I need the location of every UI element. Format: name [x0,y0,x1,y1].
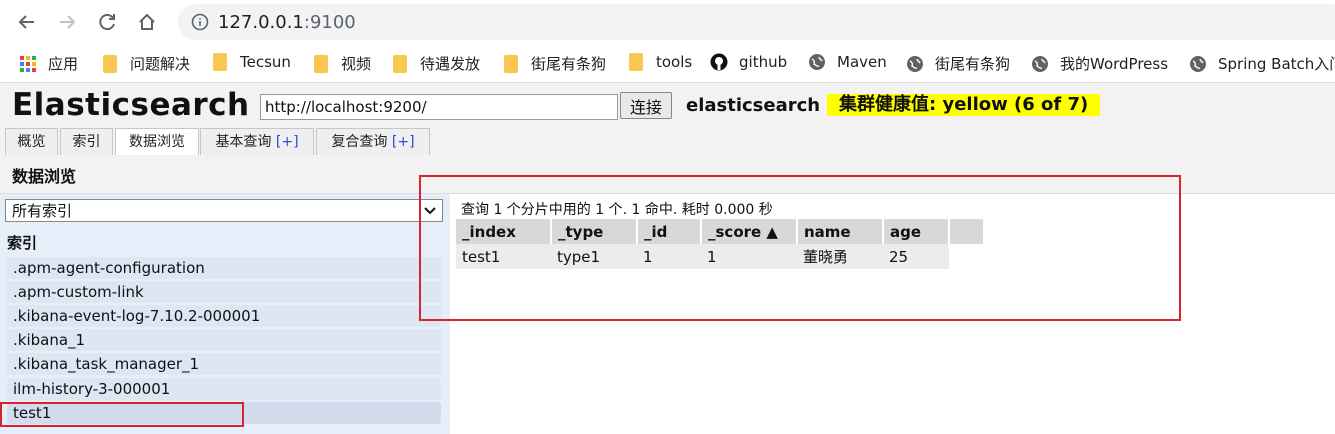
tab-label: 基本查询 [215,134,272,150]
results-highlight-box [419,175,1181,321]
folder-icon [502,54,520,73]
folder-icon [312,54,330,73]
bookmark-label: 问题解决 [130,55,191,73]
bookmark-link[interactable]: Spring Batch入门 [1189,53,1335,74]
index-item[interactable]: .kibana_task_manager_1 [7,353,441,375]
forward-button[interactable] [52,7,82,37]
bookmark-label: 视频 [341,55,372,73]
tab-basic-query[interactable]: 基本查询 [+] [200,128,314,155]
bookmark-label: Maven [837,53,887,71]
folder-icon [211,53,229,71]
index-item[interactable]: .apm-custom-link [7,281,441,303]
bookmark-apps[interactable]: 应用 [19,53,78,74]
app-title: Elasticsearch [12,87,250,123]
index-item[interactable]: .apm-agent-configuration [7,257,441,279]
address-bar[interactable]: 127.0.0.1:9100 [178,4,1335,40]
folder-icon [101,54,119,73]
back-arrow-icon [18,15,34,29]
index-item[interactable]: .kibana-event-log-7.10.2-000001 [7,305,441,327]
bookmark-label: 待遇发放 [420,55,481,73]
bookmark-folder[interactable]: 待遇发放 [391,53,480,74]
bookmark-label: github [739,53,788,71]
tab-plus: [+] [391,134,415,150]
bookmark-folder[interactable]: 问题解决 [101,53,190,74]
globe-icon [808,53,826,71]
address-url: 127.0.0.1:9100 [218,12,356,33]
info-icon[interactable] [186,13,214,31]
bookmark-label: Spring Batch入门 [1218,55,1335,73]
tab-browser[interactable]: 数据浏览 [115,128,199,157]
bookmark-link[interactable]: 街尾有条狗 [906,53,1010,74]
globe-icon [1189,55,1207,73]
tab-indices[interactable]: 索引 [60,128,113,155]
tab-label: 概览 [17,134,46,150]
server-url-input[interactable] [260,94,618,120]
back-button[interactable] [12,7,42,37]
bookmark-label: 应用 [48,55,79,73]
bookmark-folder[interactable]: tools [627,53,692,71]
bookmark-label: Tecsun [240,53,291,71]
home-button[interactable] [132,7,162,37]
index-select-value: 所有索引 [12,202,73,220]
bookmark-label: 街尾有条狗 [935,55,1011,73]
bookmark-link[interactable]: Maven [808,53,887,71]
section-title: 数据浏览 [12,167,77,186]
cluster-name: elasticsearch [686,95,821,116]
bookmark-label: 街尾有条狗 [531,55,607,73]
bookmark-link[interactable]: 我的WordPress [1031,53,1168,74]
globe-icon [906,55,924,73]
bookmark-github[interactable]: github [710,53,787,71]
bookmark-label: tools [656,53,693,71]
connect-button[interactable]: 连接 [620,92,672,119]
url-port: :9100 [303,11,356,33]
indices-heading: 索引 [7,234,38,252]
cluster-health-badge: 集群健康值: yellow (6 of 7) [827,94,1101,116]
index-select[interactable]: 所有索引 [5,199,443,222]
folder-icon [391,54,409,73]
tab-compound-query[interactable]: 复合查询 [+] [316,128,430,155]
index-highlight-box [0,402,244,427]
reload-icon [99,14,115,31]
tab-plus: [+] [275,134,299,150]
reload-button[interactable] [92,7,122,37]
index-item[interactable]: ilm-history-3-000001 [7,378,441,400]
bookmarks-bar: 应用 问题解决 Tecsun 视频 待遇发放 街尾有条狗 tools githu… [0,44,1335,83]
tab-label: 索引 [72,134,101,150]
bookmark-folder[interactable]: 街尾有条狗 [502,53,606,74]
tab-bar: 概览 索引 数据浏览 基本查询 [+] 复合查询 [+] [0,127,1335,157]
bookmark-folder[interactable]: 视频 [312,53,371,74]
tab-overview[interactable]: 概览 [5,128,58,155]
globe-icon [1031,55,1049,73]
forward-arrow-icon [60,15,76,29]
tab-label: 数据浏览 [129,134,185,150]
home-icon [139,13,155,30]
apps-grid-icon [19,55,37,73]
bookmark-label: 我的WordPress [1060,55,1169,73]
folder-icon [627,53,645,71]
url-host: 127.0.0.1 [218,11,304,33]
bookmark-folder[interactable]: Tecsun [211,53,291,71]
index-item[interactable]: .kibana_1 [7,329,441,351]
github-icon [710,53,728,71]
tab-label: 复合查询 [331,134,388,150]
